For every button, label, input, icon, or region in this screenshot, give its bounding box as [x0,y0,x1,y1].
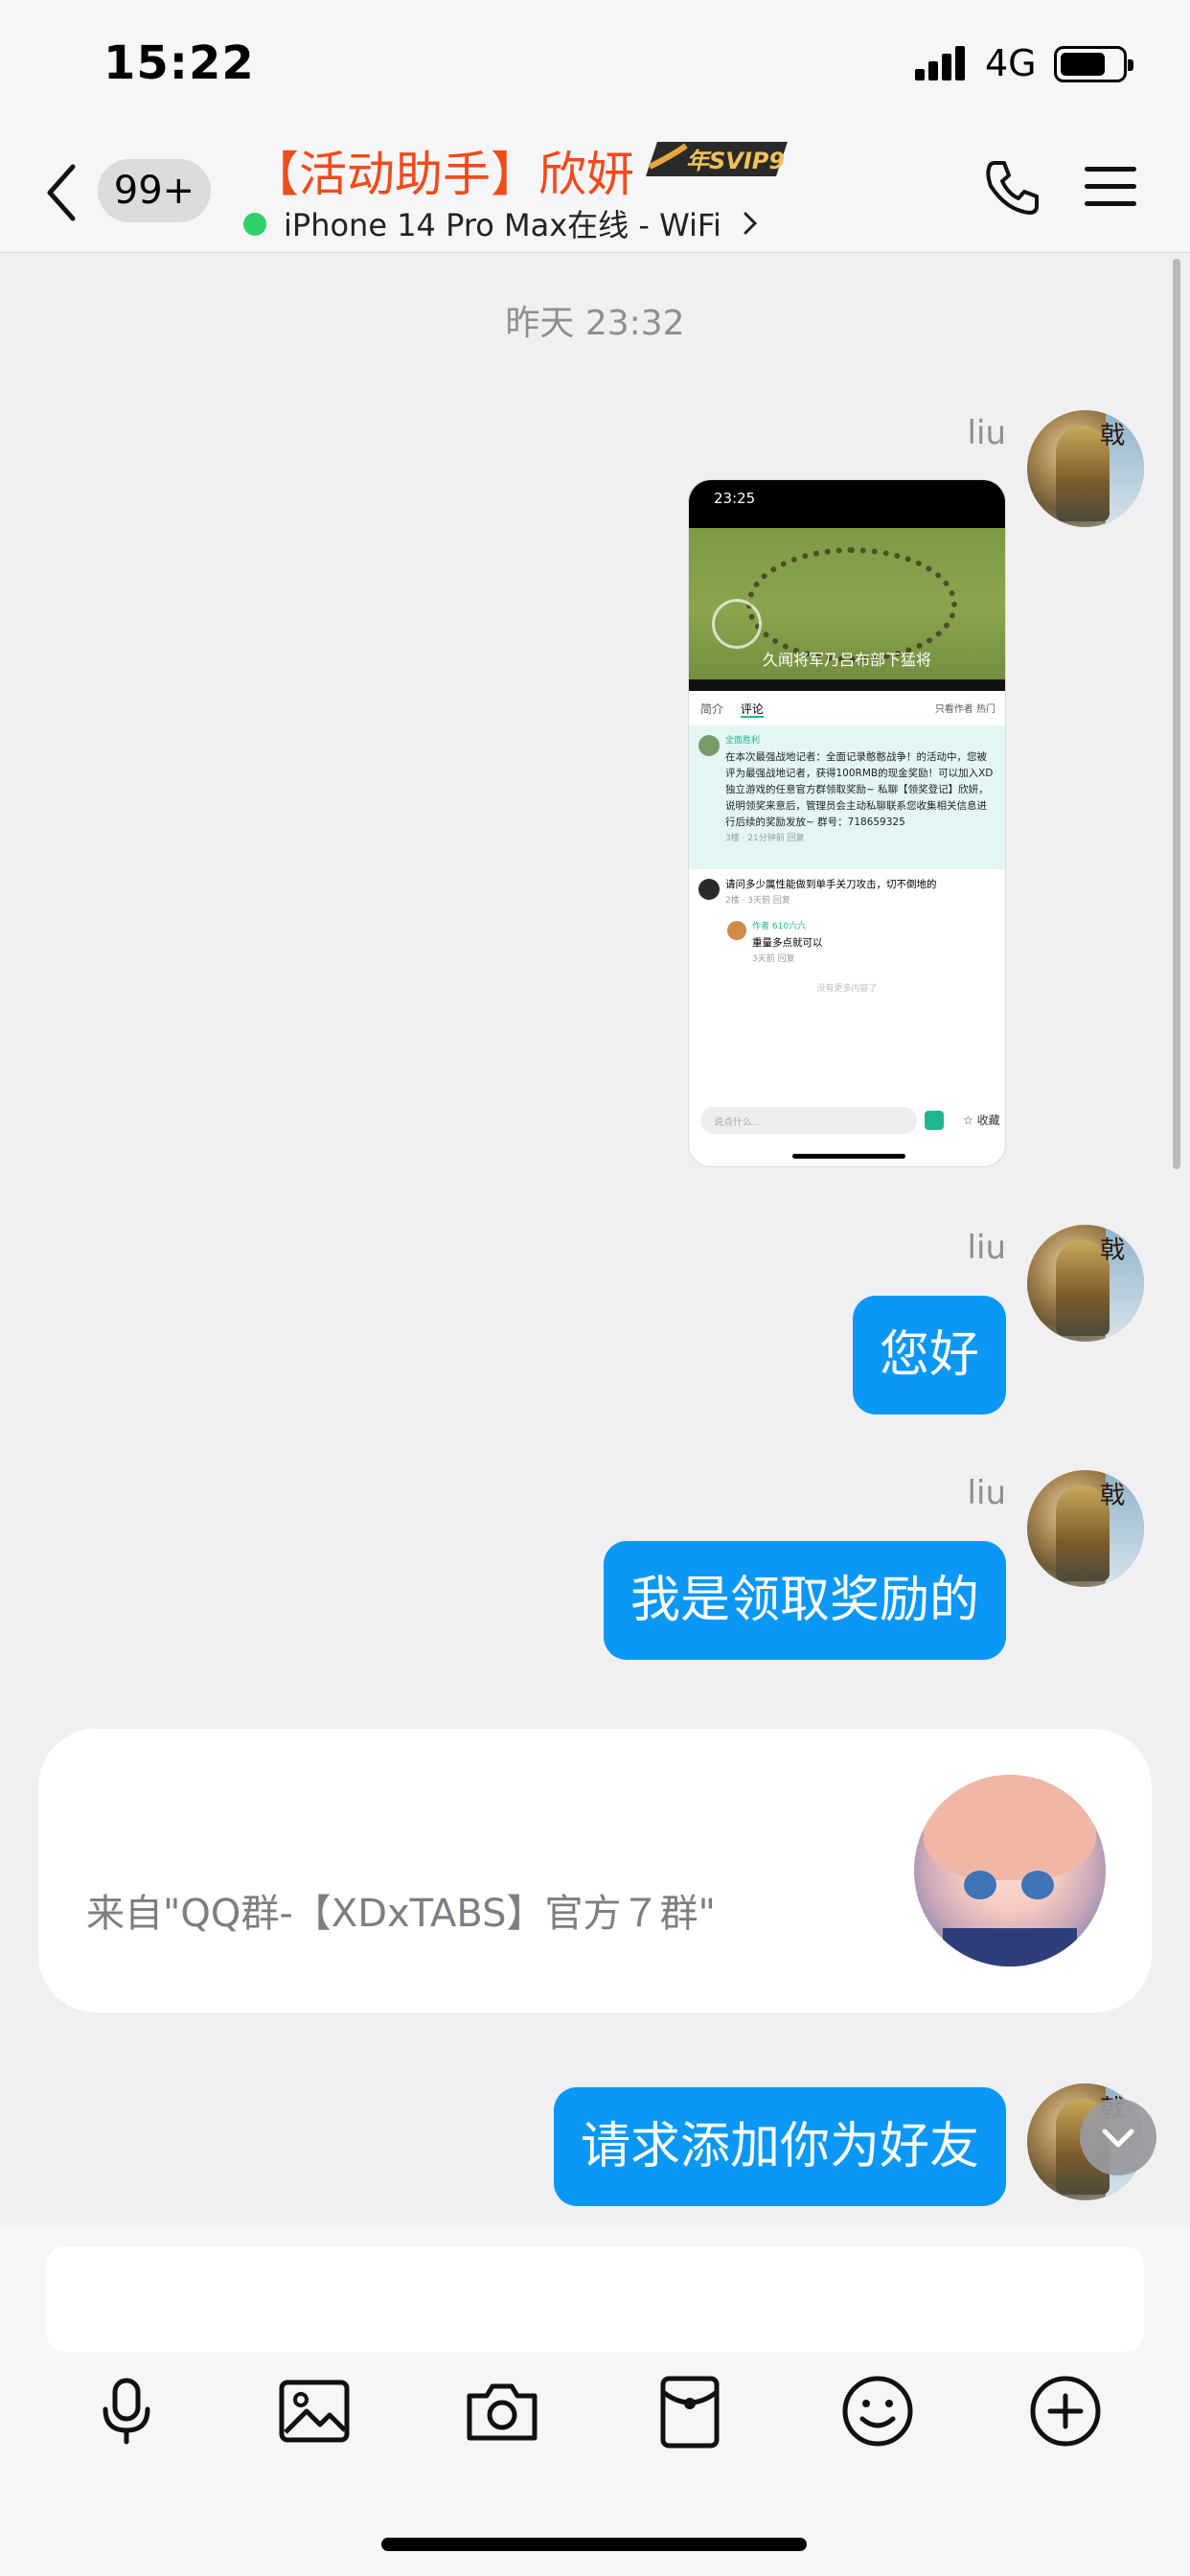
scroll-to-bottom-button[interactable] [1080,2099,1156,2175]
comment-avatar [698,735,720,756]
screenshot-tabs: 简介 评论 只看作者 热门 [689,691,1005,725]
friend-request-card[interactable]: 来自"QQ群-【XDxTABS】官方７群" [38,1729,1152,2012]
comment-text: 请问多少属性能做到单手关刀攻击，切不倒地的 [725,879,937,890]
reply-avatar [727,921,746,940]
pinned-comment: 全面胜利 在本次最强战地记者：全面记录憨憨战争！的活动中，您被评为最强战地记者，… [689,725,1005,869]
emoji-icon[interactable] [837,2371,918,2451]
message-bubble[interactable]: 我是领取奖励的 [603,1541,1006,1660]
message-bubble[interactable]: 请求添加你为好友 [553,2087,1006,2206]
comment-avatar [698,879,720,900]
screenshot-time: 23:25 [714,490,756,507]
chat-timestamp: 昨天 23:32 [505,304,685,343]
message-input[interactable] [46,2246,1144,2352]
reply-author: 作者 610六六 [752,922,807,932]
contact-avatar [914,1775,1106,1966]
video-progress-bar [689,679,1005,691]
microphone-icon[interactable] [86,2371,167,2451]
comment-meta: 3楼 · 21分钟前 回复 [725,834,805,843]
screenshot-home-indicator [792,1154,905,1159]
comment-meta: 2楼 · 3天前 回复 [725,896,790,906]
user-avatar[interactable]: 戟 [1027,410,1144,527]
video-caption: 久闻将军乃吕布部下猛将 [762,651,931,669]
image-icon[interactable] [274,2371,355,2451]
tab-comments: 评论 [740,702,764,718]
status-time: 15:22 [103,36,255,90]
image-message[interactable]: 23:25 久闻将军乃吕布部下猛将 简介 评论 只看作者 热门 全面胜利 在本次… [688,479,1006,1167]
chevron-right-icon [744,212,758,235]
input-bar [0,2225,1190,2576]
video-troops-formation [746,547,957,662]
phone-call-icon[interactable] [983,157,1042,217]
reply-meta: 3天前 回复 [752,954,795,964]
comment: 请问多少属性能做到单手关刀攻击，切不倒地的 2楼 · 3天前 回复 [689,869,1005,915]
screenshot-comment-input: 说点什么... [700,1107,917,1134]
user-avatar[interactable]: 戟 [1027,1225,1144,1342]
card-source-text: 来自"QQ群-【XDxTABS】官方７群" [86,1892,716,1936]
back-arrow-icon[interactable] [42,159,80,226]
online-status[interactable]: iPhone 14 Pro Max在线 - WiFi [243,201,758,245]
sender-name: liu [967,1229,1006,1267]
network-type: 4G [985,42,1037,84]
home-indicator [381,2538,807,2551]
comment-text: 在本次最强战地记者：全面记录憨憨战争！的活动中，您被评为最强战地记者，获得100… [725,751,994,828]
reply-text: 重量多点就可以 [752,937,823,949]
user-avatar[interactable]: 戟 [1027,1470,1144,1587]
chat-header: 99+ 【活动助手】欣妍 年SVIP9 iPhone 14 Pro Max在线 … [0,134,1190,253]
chat-title[interactable]: 【活动助手】欣妍 [251,136,634,205]
scrollbar[interactable] [1173,259,1180,1169]
screenshot-status-bar: 23:25 [689,480,1005,528]
favorite-label: ☆ 收藏 [963,1114,1000,1127]
unread-count-badge[interactable]: 99+ [98,159,211,222]
plus-icon[interactable] [1025,2371,1106,2451]
chat-title-text: 【活动助手】欣妍 [251,147,634,202]
sender-name: liu [967,414,1006,452]
comment-reply: 作者 610六六 重量多点就可以 3天前 回复 [689,915,1005,974]
battery-icon [1054,46,1133,82]
message-bubble[interactable]: 您好 [852,1296,1006,1414]
tab-filters: 只看作者 热门 [934,704,995,715]
vip-badge-text: 年SVIP9 [686,148,785,174]
online-status-text: iPhone 14 Pro Max在线 - WiFi [284,207,721,243]
favorite-text: 收藏 [976,1114,1000,1127]
screenshot-video: 久闻将军乃吕布部下猛将 [689,528,1005,691]
chevron-down-icon [1102,2128,1134,2148]
red-packet-icon[interactable] [650,2371,730,2451]
camera-icon[interactable] [462,2371,542,2451]
sender-name: liu [967,1474,1006,1512]
online-dot-icon [243,213,266,236]
menu-icon[interactable] [1085,163,1136,211]
tab-intro: 简介 [700,702,724,716]
signal-icon [915,46,967,80]
no-more-text: 没有更多内容了 [816,984,878,994]
like-icon [925,1111,944,1130]
status-bar: 15:22 4G [0,0,1190,134]
vip-badge: 年SVIP9 [646,142,788,176]
video-joystick-icon [712,599,762,649]
comment-author: 全面胜利 [725,736,761,746]
